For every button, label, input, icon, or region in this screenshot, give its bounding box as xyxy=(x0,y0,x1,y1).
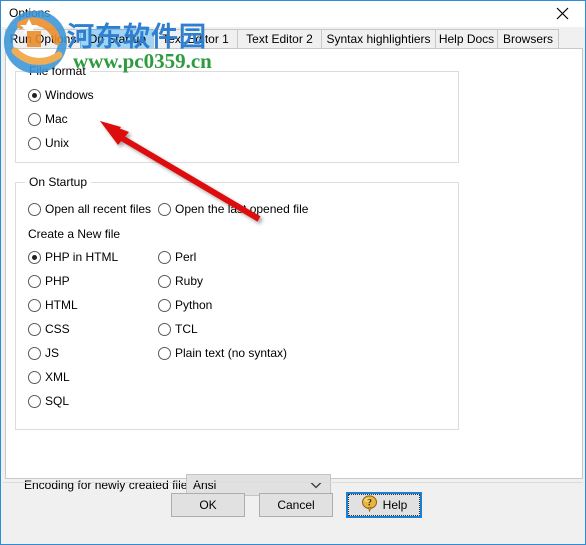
radio-dot-icon xyxy=(28,298,41,312)
radio-dot-icon xyxy=(158,346,171,360)
encoding-value: Ansi xyxy=(193,478,217,492)
cancel-button[interactable]: Cancel xyxy=(259,493,333,517)
radio-dot-icon xyxy=(158,274,171,288)
window-title: Options xyxy=(9,6,51,20)
create-new-file-label: Create a New file xyxy=(28,227,121,241)
cancel-button-label: Cancel xyxy=(277,498,315,512)
tab-label: Syntax highlightiers xyxy=(326,32,431,46)
radio-new-file-sql[interactable]: SQL xyxy=(28,394,69,408)
help-button-focus-ring: ? Help xyxy=(348,494,420,516)
radio-dot-icon xyxy=(28,274,41,288)
tab-text-editor-2[interactable]: Text Editor 2 xyxy=(237,29,322,49)
radio-file-format-windows[interactable]: Windows xyxy=(28,88,94,102)
options-dialog-window: Options Run Options On Startup Text Edit… xyxy=(0,0,586,545)
radio-file-format-mac[interactable]: Mac xyxy=(28,112,68,126)
tab-label: Text Editor 1 xyxy=(162,32,229,46)
radio-new-file-ruby[interactable]: Ruby xyxy=(158,274,203,288)
close-icon[interactable] xyxy=(539,1,585,25)
radio-label: Open the last opened file xyxy=(175,202,309,216)
footer-divider xyxy=(3,482,583,483)
radio-new-file-perl[interactable]: Perl xyxy=(158,250,196,264)
radio-dot-icon xyxy=(158,202,171,216)
radio-label: CSS xyxy=(45,322,70,336)
help-question-bubble-icon: ? xyxy=(361,495,378,515)
radio-open-all-recent-files[interactable]: Open all recent files xyxy=(28,202,151,216)
radio-new-file-php[interactable]: PHP xyxy=(28,274,70,288)
tab-label: Run Options xyxy=(9,32,77,46)
radio-dot-icon xyxy=(28,250,41,264)
tab-label: On Startup xyxy=(87,32,147,46)
svg-text:?: ? xyxy=(367,499,372,509)
radio-label: SQL xyxy=(45,394,70,408)
tab-on-startup[interactable]: On Startup xyxy=(80,29,154,49)
tab-run-options[interactable]: Run Options xyxy=(5,29,81,49)
radio-label: PHP xyxy=(45,274,70,288)
radio-new-file-css[interactable]: CSS xyxy=(28,322,70,336)
radio-dot-icon xyxy=(158,298,171,312)
radio-file-format-unix[interactable]: Unix xyxy=(28,136,69,150)
ok-button-label: OK xyxy=(199,498,217,512)
radio-dot-icon xyxy=(158,322,171,336)
radio-label: Python xyxy=(175,298,213,312)
radio-new-file-js[interactable]: JS xyxy=(28,346,59,360)
radio-dot-icon xyxy=(28,88,41,102)
radio-label: Ruby xyxy=(175,274,204,288)
radio-new-file-xml[interactable]: XML xyxy=(28,370,70,384)
radio-label: PHP in HTML xyxy=(45,250,119,264)
tab-syntax-highlightiers[interactable]: Syntax highlightiers xyxy=(321,29,436,49)
radio-dot-icon xyxy=(28,394,41,408)
radio-dot-icon xyxy=(28,322,41,336)
radio-label: JS xyxy=(45,346,60,360)
radio-new-file-php-in-html[interactable]: PHP in HTML xyxy=(28,250,118,264)
tab-label: Browsers xyxy=(503,32,554,46)
tab-label: Text Editor 2 xyxy=(246,32,313,46)
radio-label: Mac xyxy=(45,112,68,126)
radio-label: HTML xyxy=(45,298,78,312)
radio-label: XML xyxy=(45,370,70,384)
tab-label: Help Docs xyxy=(438,32,495,46)
radio-new-file-plain-text[interactable]: Plain text (no syntax) xyxy=(158,346,287,360)
tab-text-editor-1[interactable]: Text Editor 1 xyxy=(153,29,238,49)
tab-page-on-startup: File format Windows Mac Unix On Startup … xyxy=(5,48,583,496)
radio-label: Open all recent files xyxy=(45,202,152,216)
titlebar: Options xyxy=(1,1,585,27)
radio-dot-icon xyxy=(28,202,41,216)
radio-dot-icon xyxy=(28,112,41,126)
radio-new-file-python[interactable]: Python xyxy=(158,298,212,312)
on-startup-title: On Startup xyxy=(25,175,92,189)
help-button[interactable]: ? Help xyxy=(346,492,422,518)
radio-dot-icon xyxy=(28,346,41,360)
radio-label: TCL xyxy=(175,322,198,336)
radio-open-last-opened-file[interactable]: Open the last opened file xyxy=(158,202,308,216)
tab-strip: Run Options On Startup Text Editor 1 Tex… xyxy=(5,29,583,49)
tab-help-docs[interactable]: Help Docs xyxy=(435,29,498,49)
file-format-title: File format xyxy=(25,64,90,78)
radio-label: Windows xyxy=(45,88,94,102)
file-format-groupbox: File format Windows Mac Unix xyxy=(15,64,459,163)
ok-button[interactable]: OK xyxy=(171,493,245,517)
radio-new-file-html[interactable]: HTML xyxy=(28,298,78,312)
tab-browsers[interactable]: Browsers xyxy=(497,29,559,49)
radio-label: Perl xyxy=(175,250,197,264)
encoding-label: Encoding for newly created files xyxy=(24,478,194,492)
help-button-label: Help xyxy=(382,498,408,512)
radio-dot-icon xyxy=(28,370,41,384)
radio-label: Plain text (no syntax) xyxy=(175,346,288,360)
radio-label: Unix xyxy=(45,136,70,150)
radio-dot-icon xyxy=(28,136,41,150)
radio-dot-icon xyxy=(158,250,171,264)
on-startup-groupbox: On Startup Open all recent files Open th… xyxy=(15,175,459,430)
radio-new-file-tcl[interactable]: TCL xyxy=(158,322,198,336)
